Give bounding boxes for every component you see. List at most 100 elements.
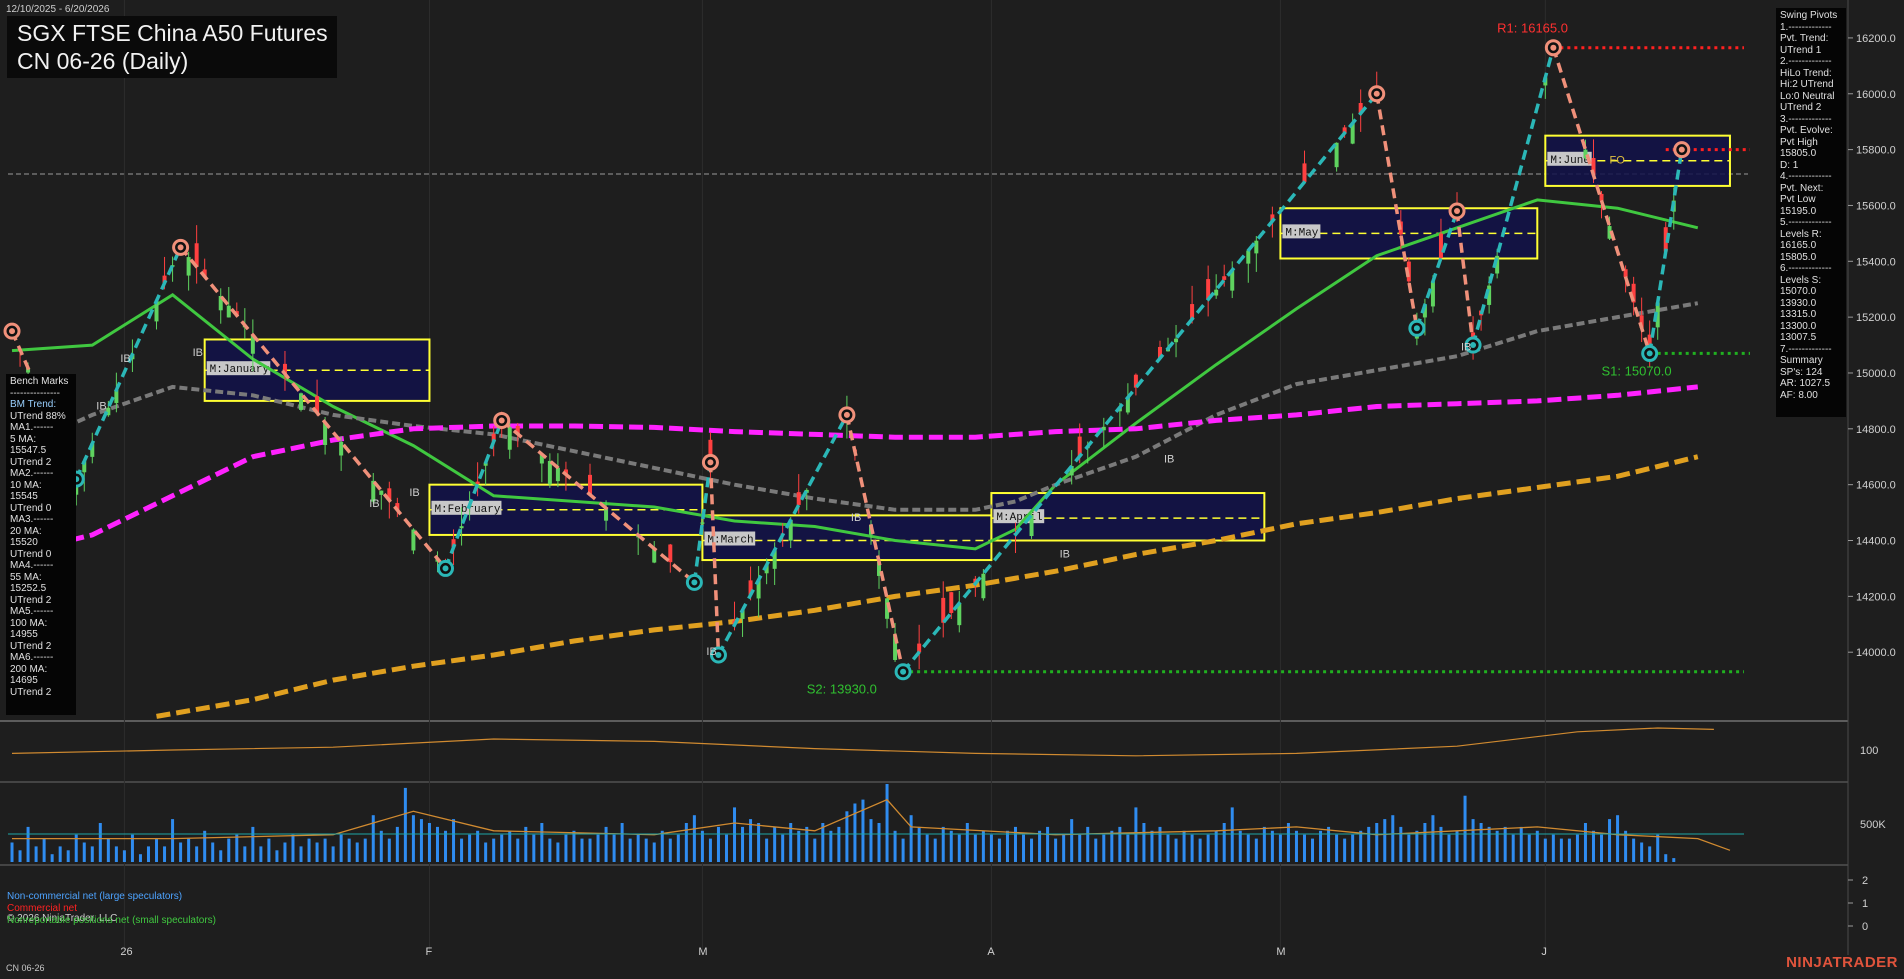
swing-line: 3.-------------	[1780, 113, 1832, 125]
volume-bar	[885, 784, 889, 862]
volume-bar	[1575, 834, 1579, 862]
bench-line: UTrend 2	[10, 640, 52, 652]
monthly-box-label: M:May	[1285, 227, 1318, 239]
volume-bar	[1086, 826, 1090, 862]
volume-bar	[1319, 830, 1323, 862]
volume-bar	[492, 838, 496, 862]
bench-line: 100 MA:	[10, 617, 48, 629]
bench-line: UTrend 0	[10, 502, 52, 514]
volume-bar	[1311, 838, 1315, 862]
volume-bar	[933, 838, 937, 862]
volume-bar	[628, 838, 632, 862]
swing-line: UTrend 1	[1780, 44, 1822, 56]
volume-bar	[138, 854, 142, 862]
ib-label: IB	[1164, 453, 1174, 465]
volume-bar	[532, 834, 536, 862]
volume-bar	[203, 830, 207, 862]
swing-line: 15805.0	[1780, 251, 1817, 263]
volume-bar	[1222, 823, 1226, 862]
price-tick-label: 15400.0	[1856, 256, 1896, 268]
volume-bar	[901, 838, 905, 862]
cot-tick-label: 1	[1862, 898, 1868, 910]
volume-bar	[452, 819, 456, 862]
bench-line: 14695	[10, 675, 38, 686]
volume-bar	[1038, 830, 1042, 862]
bench-line: 14955	[10, 629, 38, 640]
support1-label: S1: 15070.0	[1602, 363, 1672, 378]
volume-bar	[588, 838, 592, 862]
swing-line: 7.-------------	[1780, 343, 1832, 355]
swing-pivot-dot	[177, 244, 184, 251]
volume-bar	[1030, 838, 1034, 862]
price-tick-label: 16200.0	[1856, 33, 1896, 45]
volume-bar	[1423, 823, 1427, 862]
volume-bar	[1070, 819, 1074, 862]
bench-line: 15547.5	[10, 445, 47, 456]
volume-bar	[219, 850, 223, 862]
swing-line: Hi:2 UTrend	[1780, 79, 1834, 90]
volume-bar	[765, 838, 769, 862]
volume-bar	[114, 846, 118, 862]
volume-bar	[1527, 834, 1531, 862]
date-range: 12/10/2025 - 6/20/2026	[6, 4, 110, 15]
swing-pivot-dot	[1550, 44, 1557, 51]
volume-bar	[1142, 823, 1146, 862]
volume-bar	[997, 838, 1001, 862]
price-tick-label: 14400.0	[1856, 536, 1896, 548]
swing-line: Levels R:	[1780, 228, 1822, 240]
cot-tick-label: 2	[1862, 875, 1868, 887]
ib-label: IB	[96, 400, 106, 412]
swing-pivot-dot	[900, 668, 907, 675]
chart-title: SGX FTSE China A50 Futures	[17, 20, 328, 46]
volume-bar	[171, 819, 175, 862]
time-tick-label: A	[987, 946, 995, 958]
volume-bar	[187, 838, 191, 862]
volume-bar	[82, 842, 86, 862]
volume-bar	[1150, 830, 1154, 862]
swing-line: 6.-------------	[1780, 263, 1832, 274]
candle-body	[1174, 338, 1179, 343]
bench-line: MA4.------	[10, 560, 54, 571]
volume-bar	[741, 826, 745, 862]
oscillator-tick-label: 100	[1860, 745, 1878, 757]
volume-bar	[259, 846, 263, 862]
ib-label: IB	[193, 347, 203, 359]
volume-bar	[155, 838, 159, 862]
chart-subtitle: CN 06-26 (Daily)	[17, 48, 189, 74]
volume-bar	[1327, 826, 1331, 862]
volume-bar	[1600, 834, 1604, 862]
volume-bar	[1174, 838, 1178, 862]
volume-bar	[957, 834, 961, 862]
volume-bar	[163, 846, 167, 862]
volume-bar	[1399, 826, 1403, 862]
volume-bar	[323, 838, 327, 862]
volume-bar	[1054, 838, 1058, 862]
swing-line: 15805.0	[1780, 148, 1817, 159]
volume-bar	[516, 838, 520, 862]
volume-bar	[1672, 858, 1676, 862]
volume-bar	[925, 834, 929, 862]
volume-bar	[1134, 807, 1138, 862]
volume-bar	[1286, 823, 1290, 862]
swing-pivot-dot	[1646, 350, 1653, 357]
volume-bar	[1511, 834, 1515, 862]
volume-bar	[1190, 834, 1194, 862]
candle-body	[114, 389, 119, 404]
resistance-label: R1: 16165.0	[1497, 21, 1568, 36]
volume-bar	[965, 823, 969, 862]
volume-bar	[1078, 834, 1082, 862]
volume-bar	[1495, 830, 1499, 862]
oscillator-line	[11, 727, 1714, 757]
brand-logo: NINJATRADER	[1786, 954, 1898, 971]
volume-bar	[636, 834, 640, 862]
volume-bar	[1022, 834, 1026, 862]
volume-bar	[1359, 830, 1363, 862]
price-axis: 16200.0 16000.0 15800.0 15600.0 15400.0 15200…	[1848, 33, 1896, 659]
bench-line: UTrend 2	[10, 686, 52, 698]
volume-bar	[692, 815, 696, 862]
volume-bar	[1415, 830, 1419, 862]
candle-body	[1214, 289, 1219, 296]
volume-bar	[660, 830, 664, 862]
candle-body	[949, 592, 954, 613]
candle-body	[1302, 163, 1307, 182]
